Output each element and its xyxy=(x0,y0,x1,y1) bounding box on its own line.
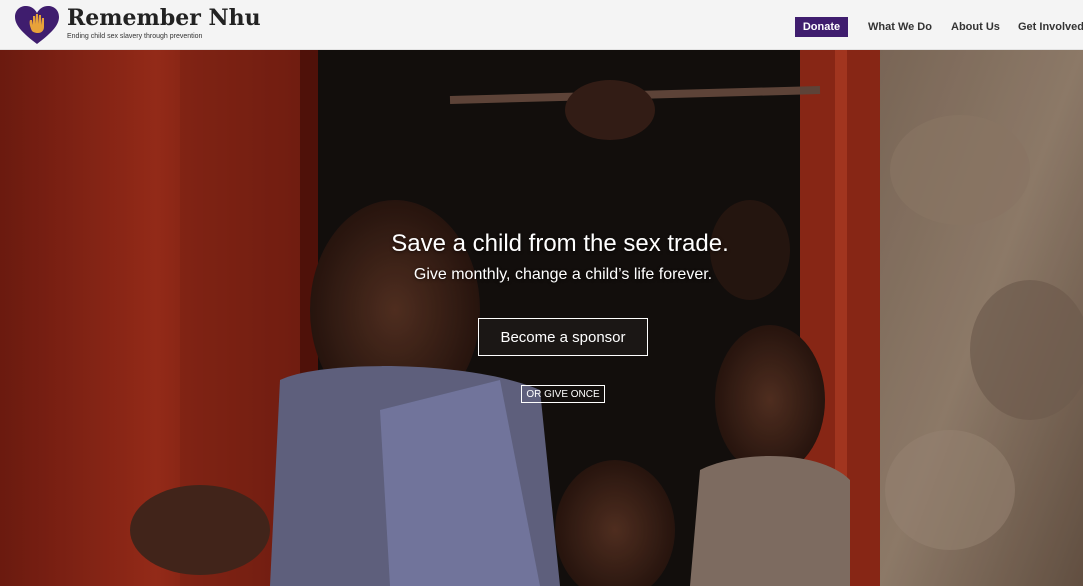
donate-button[interactable]: Donate xyxy=(795,17,848,37)
hero: Save a child from the sex trade. Give mo… xyxy=(0,50,1083,586)
give-once-button[interactable]: OR GIVE ONCE xyxy=(521,385,605,403)
become-sponsor-button[interactable]: Become a sponsor xyxy=(478,318,648,356)
nav-link-what-we-do[interactable]: What We Do xyxy=(868,17,932,37)
hero-subtitle: Give monthly, change a child’s life fore… xyxy=(413,266,713,283)
brand-name: Remember Nhu xyxy=(67,5,261,31)
hero-title: Save a child from the sex trade. xyxy=(391,230,729,257)
brand-tagline: Ending child sex slavery through prevent… xyxy=(67,33,203,40)
nav-link-get-involved[interactable]: Get Involved xyxy=(1018,17,1083,37)
nav-link-about-us[interactable]: About Us xyxy=(951,17,1000,37)
brand[interactable]: Remember Nhu Ending child sex slavery th… xyxy=(67,6,261,41)
page: Remember Nhu Ending child sex slavery th… xyxy=(0,0,1083,586)
heart-hand-logo-icon[interactable] xyxy=(14,5,60,45)
site-header: Remember Nhu Ending child sex slavery th… xyxy=(0,0,1083,50)
